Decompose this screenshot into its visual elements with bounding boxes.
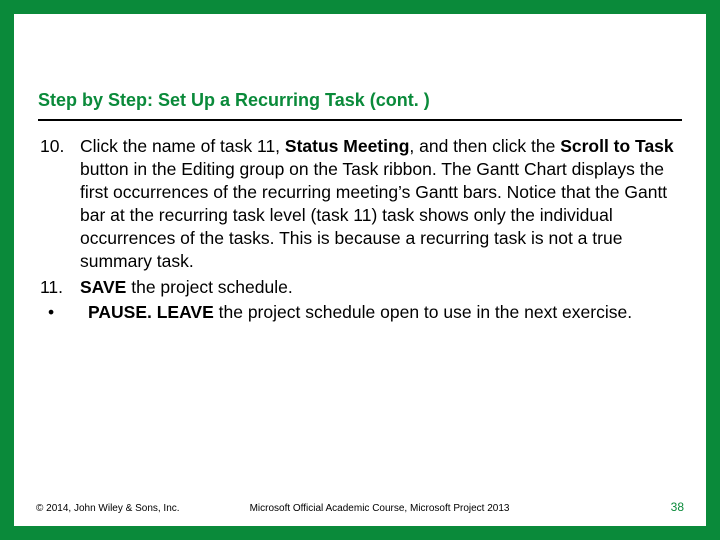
slide-frame: Step by Step: Set Up a Recurring Task (c… [0,0,720,540]
list-text: SAVE the project schedule. [80,276,682,299]
slide-inner: Step by Step: Set Up a Recurring Task (c… [14,14,706,526]
footer-copyright: © 2014, John Wiley & Sons, Inc. [36,503,180,514]
bullet-marker: • [38,301,88,324]
footer-course: Microsoft Official Academic Course, Micr… [180,503,671,514]
footer: © 2014, John Wiley & Sons, Inc. Microsof… [36,500,684,514]
text-run: the project schedule. [126,277,292,297]
list-text: Click the name of task 11, Status Meetin… [80,135,682,274]
bold-run: Status Meeting [285,136,409,156]
list-marker: 10. [38,135,80,274]
list-item-11: 11. SAVE the project schedule. [38,276,682,299]
body-text: 10. Click the name of task 11, Status Me… [38,135,682,324]
footer-page-number: 38 [671,500,684,514]
text-run: , and then click the [409,136,560,156]
text-run: the project schedule open to use in the … [214,302,632,322]
bold-run: PAUSE. LEAVE [88,302,214,322]
slide-title: Step by Step: Set Up a Recurring Task (c… [38,90,682,111]
bold-run: SAVE [80,277,126,297]
list-text: PAUSE. LEAVE the project schedule open t… [88,301,682,324]
text-run: Click the name of task 11, [80,136,285,156]
list-marker: 11. [38,276,80,299]
text-run: button in the Editing group on the Task … [80,159,667,271]
list-item-10: 10. Click the name of task 11, Status Me… [38,135,682,274]
bold-run: Scroll to Task [560,136,673,156]
title-rule [38,119,682,121]
list-item-bullet: • PAUSE. LEAVE the project schedule open… [38,301,682,324]
